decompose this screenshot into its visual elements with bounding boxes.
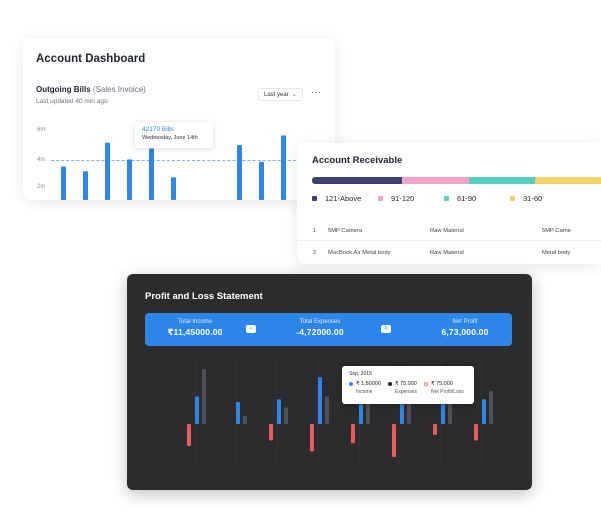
aging-bar: [312, 177, 601, 184]
bill-bar: [127, 159, 132, 200]
pl-tooltip-date: Sep, 2018: [349, 371, 372, 377]
pl-tooltip-income-value: ₹ 1,50000: [356, 381, 381, 387]
income-bar: [277, 399, 281, 424]
bill-bar: [149, 148, 154, 200]
income-bar: [236, 402, 240, 424]
table-row[interactable]: 2 MacBook Air Metal body Raw Material Me…: [297, 245, 601, 263]
legend-label: 31-60: [523, 194, 543, 203]
aging-segment-121-above: [312, 177, 402, 184]
row-category: Raw Material: [430, 250, 464, 256]
pl-tooltip: Sep, 2018 ₹ 1,50000 Income ₹ 75,000 Expe…: [342, 366, 474, 404]
table-row[interactable]: 1 5MP Camera Raw Material 5MP Came: [297, 223, 601, 241]
net-bar: [433, 424, 437, 435]
pl-tooltip-expenses: ₹ 75,000 Expenses: [388, 381, 417, 395]
aging-legend: 121-Above 91-120 61-90 31-60: [312, 194, 570, 203]
bill-bar: [83, 171, 88, 200]
row-extra: 5MP Came: [542, 228, 571, 234]
pl-tooltip-expenses-value: ₹ 75,000: [395, 381, 417, 387]
row-item: 5MP Camera: [328, 228, 363, 234]
net-bar: [474, 424, 478, 441]
net-dot-icon: [424, 382, 428, 386]
income-bar: [195, 396, 199, 424]
aging-segment-31-60: [535, 177, 601, 184]
bill-bar: [281, 135, 286, 200]
bill-bar: [259, 161, 264, 200]
outgoing-bills-chart: [61, 135, 308, 200]
bill-bar: [105, 142, 110, 200]
net-bar: [187, 424, 191, 446]
legend-label: 91-120: [391, 194, 415, 203]
income-bar: [318, 377, 322, 424]
pl-tooltip-expenses-label: Expenses: [395, 389, 417, 395]
net-bar: [351, 424, 355, 444]
legend-label: 61-90: [457, 194, 477, 203]
income-bar: [482, 399, 486, 424]
pl-tooltip-income-label: Income: [356, 389, 373, 395]
stage: Account Dashboard Outgoing Bills (Sales …: [0, 0, 601, 515]
legend-label: 121-Above: [325, 194, 362, 203]
bill-bar: [171, 177, 176, 200]
aging-segment-61-90: [468, 177, 536, 184]
tooltip-value: 42170 Bills: [142, 126, 174, 133]
pl-tooltip-income: ₹ 1,50000 Income: [349, 381, 381, 395]
legend-swatch: [312, 196, 317, 201]
expenses-bar: [243, 415, 247, 424]
pl-tooltip-net-label: Net Profit/Loss: [431, 389, 464, 395]
account-dashboard-card: Account Dashboard Outgoing Bills (Sales …: [23, 38, 335, 200]
income-dot-icon: [349, 382, 353, 386]
net-bar: [392, 424, 396, 457]
legend-swatch: [378, 196, 383, 201]
aging-segment-91-120: [401, 177, 469, 184]
receivable-title: Account Receivable: [312, 155, 403, 166]
row-extra: Metal body: [542, 250, 571, 256]
legend-item[interactable]: 61-90: [444, 194, 510, 203]
legend-item[interactable]: 31-60: [510, 194, 570, 203]
expenses-bar: [284, 407, 288, 424]
net-bar: [269, 424, 273, 441]
pl-tooltip-net-value: ₹ 75,000: [431, 381, 453, 387]
legend-item[interactable]: 121-Above: [312, 194, 378, 203]
legend-swatch: [444, 196, 449, 201]
expenses-bar: [489, 391, 493, 424]
legend-swatch: [510, 196, 515, 201]
row-category: Raw Material: [430, 228, 464, 234]
expenses-dot-icon: [388, 382, 392, 386]
row-item: MacBook Air Metal body: [328, 250, 391, 256]
chart-tooltip: 42170 Bills Wednesday, June 14th: [135, 122, 213, 148]
bill-bar: [61, 166, 66, 200]
pl-tooltip-net: ₹ 75,000 Net Profit/Loss: [424, 381, 464, 395]
profit-loss-card: Profit and Loss Statement Total Income ₹…: [127, 274, 532, 490]
row-number: 2: [313, 250, 317, 256]
row-number: 1: [313, 228, 317, 234]
net-bar: [310, 424, 314, 452]
legend-item[interactable]: 91-120: [378, 194, 444, 203]
expenses-bar: [202, 369, 206, 424]
expenses-bar: [325, 396, 329, 424]
tooltip-date: Wednesday, June 14th: [142, 135, 198, 141]
bill-bar: [237, 144, 242, 200]
account-receivable-card: Account Receivable 121-Above 91-120 61-9…: [297, 143, 601, 264]
